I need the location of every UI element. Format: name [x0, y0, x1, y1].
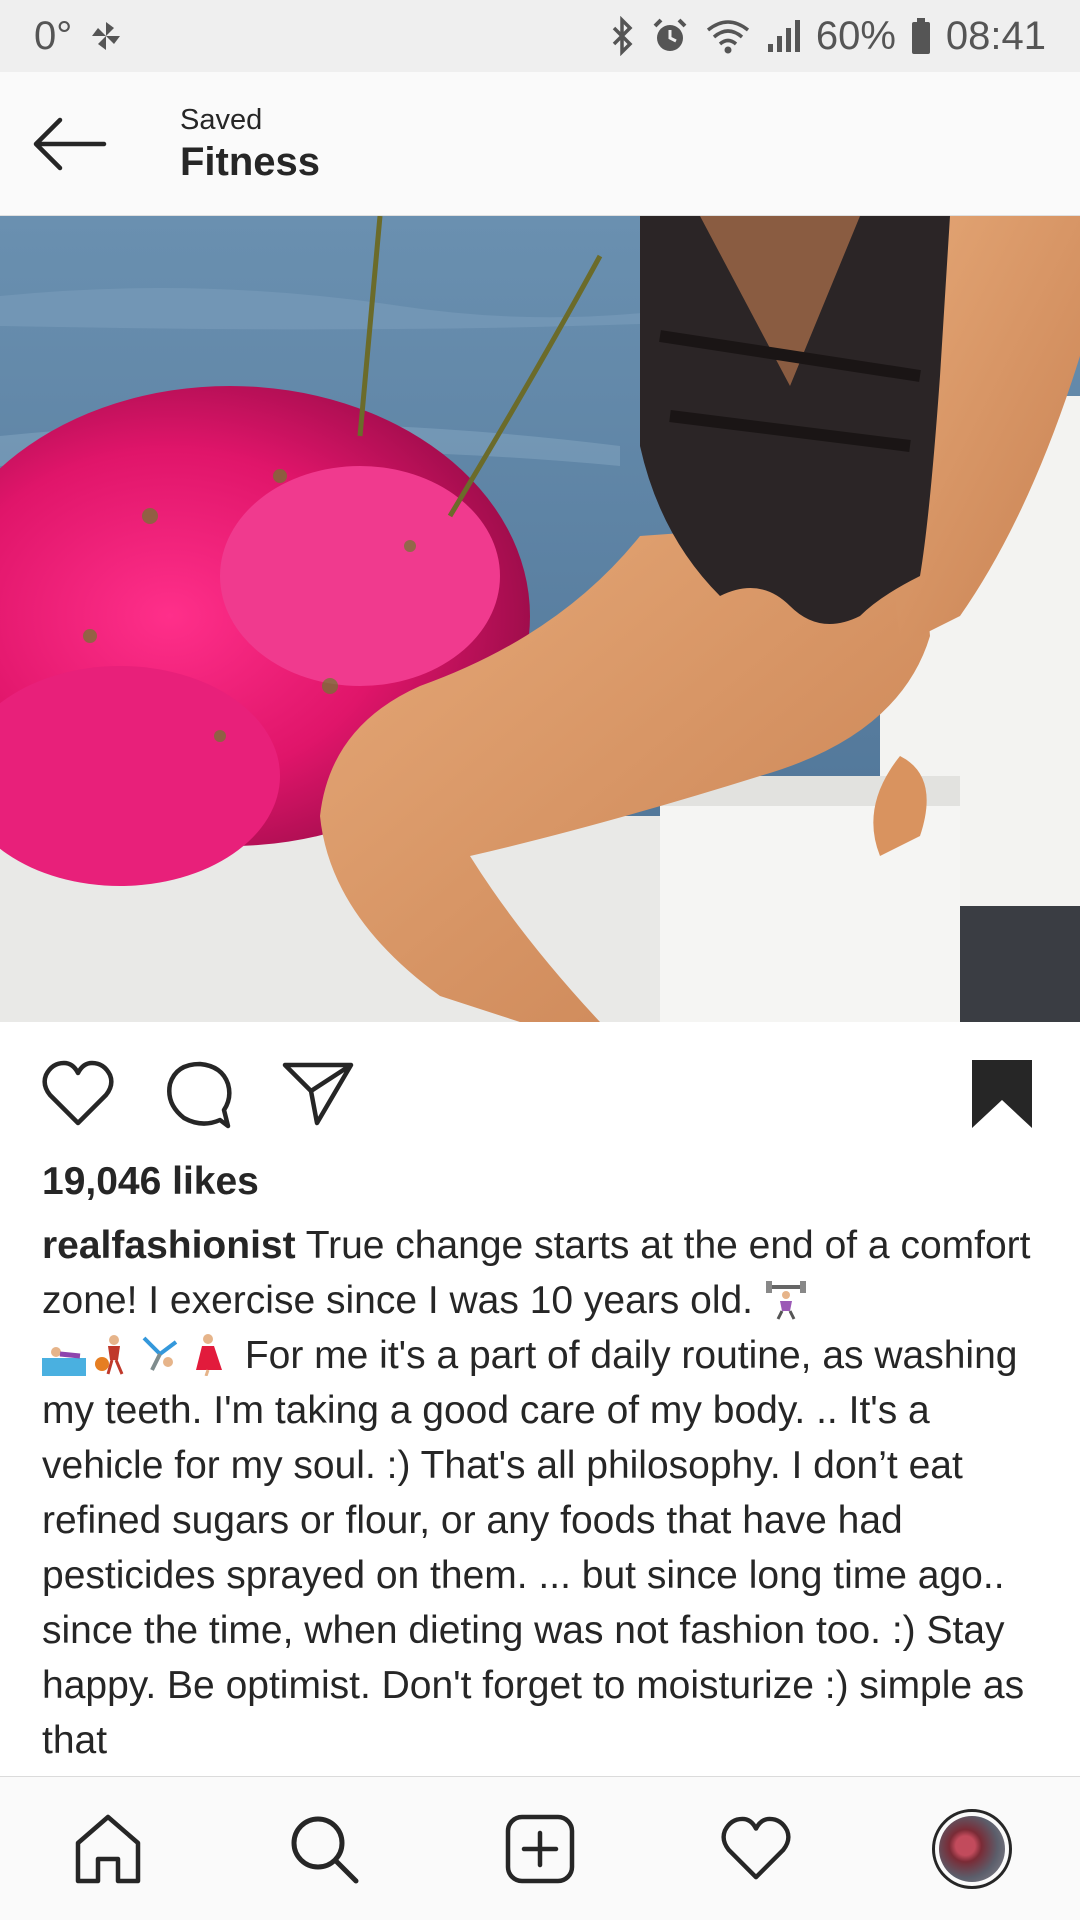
- caption-username[interactable]: realfashionist: [42, 1224, 296, 1267]
- back-button[interactable]: [30, 112, 110, 176]
- basketball-player-emoji: [95, 1335, 124, 1375]
- home-icon: [75, 1814, 141, 1884]
- cartwheel-emoji: [142, 1336, 178, 1371]
- heart-icon: [42, 1060, 114, 1126]
- battery-text: 60%: [815, 13, 896, 58]
- pinwheel-icon: [86, 16, 126, 56]
- nav-profile-button[interactable]: [930, 1807, 1014, 1891]
- share-button[interactable]: [278, 1054, 358, 1134]
- search-icon: [291, 1816, 359, 1884]
- post-caption: realfashionist True change starts at the…: [42, 1218, 1042, 1768]
- caption-text-part2: For me it's a part of daily routine, as …: [42, 1334, 1025, 1762]
- share-icon: [282, 1062, 354, 1126]
- comment-button[interactable]: [158, 1054, 238, 1134]
- nav-home-button[interactable]: [66, 1807, 150, 1891]
- add-post-icon: [505, 1814, 575, 1884]
- temperature-text: 0°: [34, 13, 73, 58]
- page-title: Fitness: [180, 140, 321, 184]
- nav-search-button[interactable]: [282, 1807, 366, 1891]
- status-right: 60% 08:41: [608, 14, 1046, 59]
- battery-icon: [910, 16, 932, 56]
- nav-new-post-button[interactable]: [498, 1807, 582, 1891]
- bottom-nav: [0, 1776, 1080, 1920]
- wifi-icon: [704, 16, 752, 56]
- comment-icon: [167, 1061, 232, 1129]
- bookmark-icon: [972, 1060, 1032, 1128]
- post-photo[interactable]: [0, 216, 1080, 1022]
- weightlifter-emoji: [765, 1281, 806, 1320]
- arrow-left-icon: [33, 117, 107, 171]
- dancer-emoji: [196, 1334, 222, 1376]
- status-left: 0°: [34, 14, 126, 59]
- profile-avatar: [932, 1809, 1012, 1889]
- status-bar: 0° 60% 08:41: [0, 0, 1080, 72]
- alarm-icon: [650, 16, 690, 56]
- clock-text: 08:41: [945, 13, 1046, 58]
- like-button[interactable]: [38, 1054, 118, 1134]
- bluetooth-icon: [608, 16, 636, 56]
- save-button[interactable]: [962, 1054, 1042, 1134]
- activity-heart-icon: [721, 1816, 791, 1880]
- nav-activity-button[interactable]: [714, 1807, 798, 1891]
- likes-count[interactable]: 19,046 likes: [42, 1160, 259, 1204]
- swimmer-emoji: [42, 1347, 86, 1376]
- post-actions: [0, 1040, 1080, 1140]
- header-subtitle: Saved: [180, 104, 263, 136]
- header: Saved Fitness: [0, 72, 1080, 216]
- signal-icon: [766, 16, 802, 56]
